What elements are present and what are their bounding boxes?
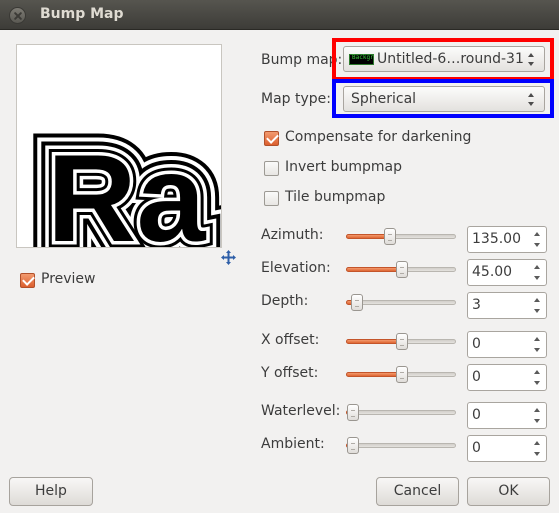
- y-offset-slider-fill: [346, 372, 401, 377]
- x-offset-spinbutton[interactable]: 0: [467, 331, 547, 358]
- x-offset-slider-handle[interactable]: [396, 333, 408, 350]
- decrement-arrow-icon[interactable]: [530, 416, 546, 428]
- azimuth-value[interactable]: 135.00: [472, 231, 521, 247]
- y-offset-value[interactable]: 0: [472, 369, 481, 385]
- invert-bumpmap-label: Invert bumpmap: [285, 159, 402, 175]
- elevation-spinbutton[interactable]: 45.00: [467, 259, 547, 286]
- waterlevel-value[interactable]: 0: [472, 407, 481, 423]
- elevation-slider-handle[interactable]: [396, 261, 408, 278]
- azimuth-slider-handle[interactable]: [384, 228, 396, 245]
- y-offset-slider-handle[interactable]: [396, 366, 408, 383]
- close-icon[interactable]: [9, 7, 26, 24]
- cancel-button[interactable]: Cancel: [376, 477, 459, 506]
- y-offset-slider[interactable]: [346, 366, 456, 383]
- azimuth-slider-fill: [346, 234, 389, 239]
- title-bar: Bump Map: [0, 0, 559, 30]
- decrement-arrow-icon[interactable]: [530, 273, 546, 285]
- decrement-arrow-icon[interactable]: [530, 345, 546, 357]
- tile-bumpmap-checkbox[interactable]: [264, 191, 279, 206]
- waterlevel-spinbutton[interactable]: 0: [467, 402, 547, 429]
- increment-arrow-icon[interactable]: [530, 333, 546, 345]
- x-offset-slider-fill: [346, 339, 401, 344]
- y-offset-label: Y offset:: [261, 365, 319, 381]
- ambient-value[interactable]: 0: [472, 440, 481, 456]
- waterlevel-label: Waterlevel:: [261, 403, 341, 419]
- decrement-arrow-icon[interactable]: [530, 378, 546, 390]
- azimuth-slider[interactable]: [346, 228, 456, 245]
- preview-text-core: Ra: [47, 130, 207, 248]
- ambient-slider-handle[interactable]: [347, 437, 359, 454]
- waterlevel-slider[interactable]: [346, 404, 456, 421]
- tile-bumpmap-label: Tile bumpmap: [285, 189, 386, 205]
- window-title: Bump Map: [40, 6, 124, 22]
- ok-button[interactable]: OK: [467, 477, 550, 506]
- depth-value[interactable]: 3: [472, 297, 481, 313]
- waterlevel-slider-handle[interactable]: [347, 404, 359, 421]
- ambient-spinbutton[interactable]: 0: [467, 435, 547, 462]
- azimuth-spinbutton[interactable]: 135.00: [467, 226, 547, 253]
- depth-slider[interactable]: [346, 294, 456, 311]
- increment-arrow-icon[interactable]: [530, 294, 546, 306]
- x-offset-slider[interactable]: [346, 333, 456, 350]
- decrement-arrow-icon[interactable]: [530, 449, 546, 461]
- y-offset-spinbutton[interactable]: 0: [467, 364, 547, 391]
- ambient-label: Ambient:: [261, 436, 325, 452]
- elevation-label: Elevation:: [261, 260, 331, 276]
- elevation-value[interactable]: 45.00: [472, 264, 512, 280]
- highlight-box-red: [332, 38, 554, 81]
- elevation-slider[interactable]: [346, 261, 456, 278]
- help-button[interactable]: Help: [9, 477, 93, 506]
- ambient-slider[interactable]: [346, 437, 456, 454]
- preview-image: Ra Ra Ra Ra Ra Ra Ra: [16, 44, 222, 248]
- x-offset-label: X offset:: [261, 332, 320, 348]
- preview-checkbox[interactable]: [20, 273, 35, 288]
- azimuth-label: Azimuth:: [261, 227, 324, 243]
- x-offset-value[interactable]: 0: [472, 336, 481, 352]
- preview-bumped-text: Ra Ra Ra Ra Ra Ra Ra: [25, 108, 221, 248]
- decrement-arrow-icon[interactable]: [530, 240, 546, 252]
- increment-arrow-icon[interactable]: [530, 437, 546, 449]
- increment-arrow-icon[interactable]: [530, 404, 546, 416]
- depth-spinbutton[interactable]: 3: [467, 292, 547, 319]
- increment-arrow-icon[interactable]: [530, 261, 546, 273]
- compensate-darkening-checkbox[interactable]: [264, 131, 279, 146]
- navigate-move-icon[interactable]: [221, 250, 236, 265]
- decrement-arrow-icon[interactable]: [530, 306, 546, 318]
- depth-slider-handle[interactable]: [351, 294, 363, 311]
- compensate-darkening-label: Compensate for darkening: [285, 129, 472, 145]
- elevation-slider-fill: [346, 267, 401, 272]
- map-type-label: Map type:: [261, 91, 331, 107]
- bump-map-label: Bump map:: [261, 52, 343, 68]
- preview-label: Preview: [41, 271, 96, 287]
- increment-arrow-icon[interactable]: [530, 366, 546, 378]
- invert-bumpmap-checkbox[interactable]: [264, 161, 279, 176]
- highlight-box-blue: [332, 79, 554, 118]
- depth-label: Depth:: [261, 293, 309, 309]
- increment-arrow-icon[interactable]: [530, 228, 546, 240]
